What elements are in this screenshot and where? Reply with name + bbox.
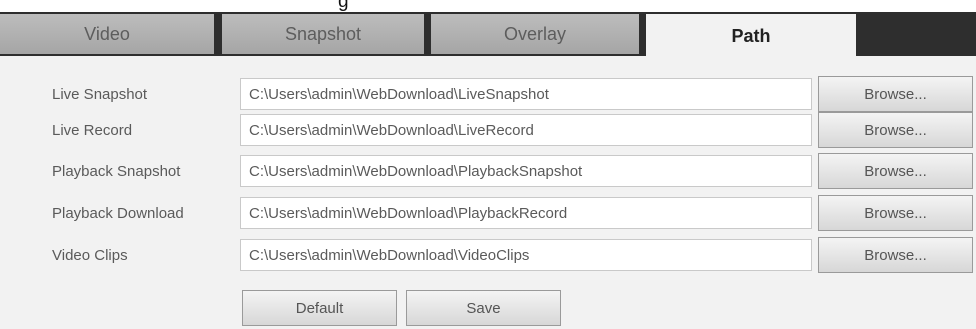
tab-overlay[interactable]: Overlay (431, 14, 639, 54)
live-snapshot-path-field[interactable] (240, 78, 812, 110)
tab-bar: Video Snapshot Overlay Path (0, 12, 976, 58)
live-snapshot-browse-button[interactable]: Browse... (818, 76, 973, 112)
live-record-path-field[interactable] (240, 114, 812, 146)
live-snapshot-label: Live Snapshot (52, 85, 148, 103)
path-row-live-record: Live Record Browse... (0, 111, 976, 149)
live-record-browse-button[interactable]: Browse... (818, 112, 973, 148)
tab-video[interactable]: Video (0, 14, 214, 54)
playback-download-path-field[interactable] (240, 197, 812, 229)
path-row-playback-snapshot: Playback Snapshot Browse... (0, 152, 976, 190)
playback-download-browse-button[interactable]: Browse... (818, 195, 973, 231)
path-row-playback-download: Playback Download Browse... (0, 194, 976, 232)
default-button[interactable]: Default (242, 290, 397, 326)
save-button[interactable]: Save (406, 290, 561, 326)
video-clips-path-field[interactable] (240, 239, 812, 271)
path-row-live-snapshot: Live Snapshot Browse... (0, 75, 976, 113)
tab-path[interactable]: Path (646, 14, 856, 58)
video-clips-label: Video Clips (52, 246, 128, 264)
top-strip: g (0, 0, 976, 12)
path-row-video-clips: Video Clips Browse... (0, 236, 976, 274)
video-clips-browse-button[interactable]: Browse... (818, 237, 973, 273)
live-record-label: Live Record (52, 121, 133, 139)
playback-snapshot-label: Playback Snapshot (52, 162, 181, 180)
playback-snapshot-browse-button[interactable]: Browse... (818, 153, 973, 189)
playback-download-label: Playback Download (52, 204, 184, 222)
tab-snapshot[interactable]: Snapshot (222, 14, 424, 54)
playback-snapshot-path-field[interactable] (240, 155, 812, 187)
